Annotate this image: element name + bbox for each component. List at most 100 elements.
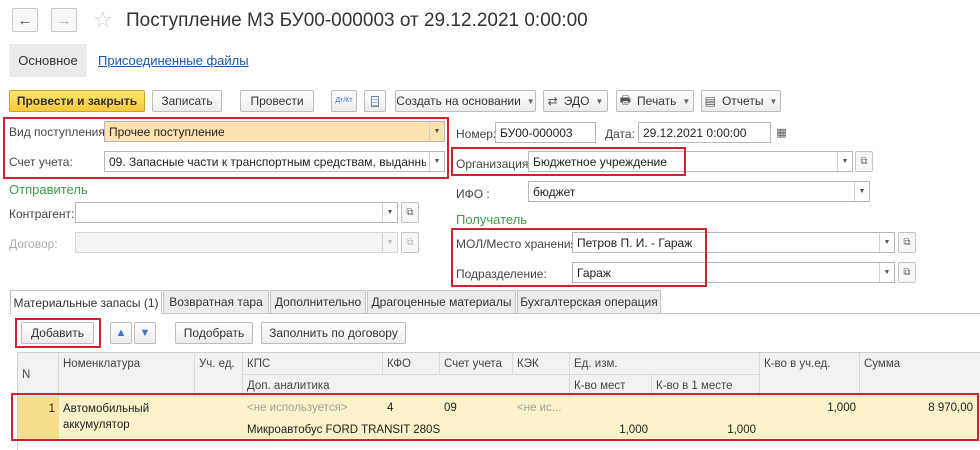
table-row[interactable]: 1 Автомобильный аккумулятор <не использу… xyxy=(18,397,980,441)
materials-table: N Номенклатура Уч. ед. КПС КФО Счет учет… xyxy=(17,352,980,450)
row-sum-cell[interactable]: 8 970,00 xyxy=(860,397,977,419)
reports-button[interactable]: ▤ Отчеты ▼ xyxy=(701,90,781,112)
organization-value: Бюджетное учреждение xyxy=(533,154,667,169)
header-n[interactable]: N xyxy=(18,353,59,397)
organization-label: Организация: xyxy=(456,157,532,171)
dropdown-arrow-icon[interactable]: ▼ xyxy=(879,233,894,252)
dropdown-arrow-icon[interactable]: ▼ xyxy=(429,122,444,141)
edo-button[interactable]: ⇄ ЭДО ▼ xyxy=(543,90,608,112)
organization-field[interactable]: Бюджетное учреждение ▼ xyxy=(528,151,853,172)
row-account-cell[interactable]: 09 xyxy=(440,397,513,419)
receipt-type-label: Вид поступления: xyxy=(9,125,109,139)
move-down-button[interactable]: ▼ xyxy=(134,322,156,344)
journal-button[interactable] xyxy=(364,90,386,112)
department-value: Гараж xyxy=(577,265,611,280)
header-account[interactable]: Счет учета xyxy=(440,353,513,375)
row-extra-analytics-cell[interactable]: Микроавтобус FORD TRANSIT 280S xyxy=(243,419,570,441)
dropdown-arrow-icon[interactable]: ▼ xyxy=(382,233,397,252)
tab-accounting-operation[interactable]: Бухгалтерская операция xyxy=(517,290,661,313)
ifo-label: ИФО : xyxy=(456,187,490,201)
account-label: Счет учета: xyxy=(9,155,73,169)
mol-label: МОЛ/Место хранения: xyxy=(456,237,581,251)
number-value: БУ00-000003 xyxy=(500,125,573,140)
tab-returnable-packaging[interactable]: Возвратная тара xyxy=(163,290,269,313)
ifo-value: бюджет xyxy=(533,184,576,199)
forward-button[interactable]: → xyxy=(51,8,77,32)
header-unit[interactable]: Уч. ед. xyxy=(195,353,243,397)
row-nomenclature-cell[interactable]: Автомобильный аккумулятор xyxy=(59,397,195,441)
select-button[interactable]: Подобрать xyxy=(175,322,253,344)
post-and-close-button[interactable]: Провести и закрыть xyxy=(9,90,145,112)
header-sum[interactable]: Сумма xyxy=(860,353,980,397)
dropdown-arrow-icon[interactable]: ▼ xyxy=(837,152,852,171)
calendar-icon[interactable]: ▦ xyxy=(773,122,790,143)
date-value: 29.12.2021 0:00:00 xyxy=(643,125,747,140)
receipt-type-field[interactable]: Прочее поступление ▼ xyxy=(104,121,445,142)
mol-field[interactable]: Петров П. И. - Гараж ▼ xyxy=(572,232,895,253)
tab-main[interactable]: Основное xyxy=(9,44,87,77)
row-per-place-cell[interactable]: 1,000 xyxy=(652,419,760,441)
back-button[interactable]: ← xyxy=(12,8,38,32)
favorite-star-icon[interactable]: ☆ xyxy=(93,9,113,31)
create-based-on-label: Создать на основании xyxy=(396,94,521,108)
header-uom[interactable]: Ед. изм. xyxy=(570,353,760,375)
write-button[interactable]: Записать xyxy=(152,90,222,112)
create-based-on-button[interactable]: Создать на основании ▼ xyxy=(395,90,536,112)
header-kfo[interactable]: КФО xyxy=(383,353,440,375)
row-places-cell[interactable]: 1,000 xyxy=(570,419,652,441)
tab-attached-files-link[interactable]: Присоединенные файлы xyxy=(98,53,249,68)
department-open-icon[interactable]: ⧉ xyxy=(898,262,916,283)
date-field[interactable]: 29.12.2021 0:00:00 xyxy=(638,122,771,143)
edo-arrows-icon: ⇄ xyxy=(547,94,558,108)
department-label: Подразделение: xyxy=(456,267,547,281)
header-qty-unit[interactable]: К-во в уч.ед. xyxy=(760,353,860,397)
header-extra-analytics[interactable]: Доп. аналитика xyxy=(243,375,570,397)
header-kps[interactable]: КПС xyxy=(243,353,383,375)
row-uom-cell[interactable] xyxy=(570,397,760,419)
arrow-up-icon: ▲ xyxy=(115,327,127,339)
edo-label: ЭДО xyxy=(563,94,590,108)
header-per-place[interactable]: К-во в 1 месте xyxy=(652,375,760,397)
number-field[interactable]: БУ00-000003 xyxy=(495,122,596,143)
counterparty-field[interactable]: ▼ xyxy=(75,202,398,223)
move-up-button[interactable]: ▲ xyxy=(110,322,132,344)
dt-kt-report-button[interactable]: Дт/Кт xyxy=(331,90,357,112)
post-button[interactable]: Провести xyxy=(240,90,314,112)
chevron-down-icon: ▼ xyxy=(769,96,778,106)
tab-additional[interactable]: Дополнительно xyxy=(270,290,366,313)
row-unit-cell[interactable] xyxy=(195,397,243,419)
department-field[interactable]: Гараж ▼ xyxy=(572,262,895,283)
dropdown-arrow-icon[interactable]: ▼ xyxy=(382,203,397,222)
row-kfo-cell[interactable]: 4 xyxy=(383,397,440,419)
contract-open-icon[interactable]: ⧉ xyxy=(401,232,419,253)
contract-label: Договор: xyxy=(9,237,58,251)
ifo-field[interactable]: бюджет ▼ xyxy=(528,181,870,202)
header-places[interactable]: К-во мест xyxy=(570,375,652,397)
document-list-icon xyxy=(371,95,379,107)
row-n-cell[interactable]: 1 xyxy=(18,397,59,439)
account-field[interactable]: 09. Запасные части к транспортным средст… xyxy=(104,151,445,172)
date-label: Дата: xyxy=(605,127,635,141)
dropdown-arrow-icon[interactable]: ▼ xyxy=(429,152,444,171)
dropdown-arrow-icon[interactable]: ▼ xyxy=(854,182,869,201)
page-title: Поступление МЗ БУ00-000003 от 29.12.2021… xyxy=(126,10,588,31)
organization-open-icon[interactable]: ⧉ xyxy=(855,151,873,172)
header-kek[interactable]: КЭК xyxy=(513,353,570,375)
row-kek-cell[interactable]: <не ис... xyxy=(513,397,570,419)
arrow-down-icon: ▼ xyxy=(139,327,151,339)
row-qty-unit-cell[interactable]: 1,000 xyxy=(760,397,860,419)
dropdown-arrow-icon[interactable]: ▼ xyxy=(879,263,894,282)
account-value: 09. Запасные части к транспортным средст… xyxy=(109,154,426,169)
mol-open-icon[interactable]: ⧉ xyxy=(898,232,916,253)
add-button[interactable]: Добавить xyxy=(21,322,94,344)
header-nomenclature[interactable]: Номенклатура xyxy=(59,353,195,397)
receiver-group-title: Получатель xyxy=(456,212,528,227)
row-kps-cell[interactable]: <не используется> xyxy=(243,397,383,419)
contract-field[interactable]: ▼ xyxy=(75,232,398,253)
print-button[interactable]: 🖶 Печать ▼ xyxy=(616,90,694,112)
fill-by-contract-button[interactable]: Заполнить по договору xyxy=(261,322,406,344)
counterparty-open-icon[interactable]: ⧉ xyxy=(401,202,419,223)
tab-precious-materials[interactable]: Драгоценные материалы xyxy=(367,290,516,313)
tab-material-stocks[interactable]: Материальные запасы (1) xyxy=(10,290,162,314)
sender-group-title: Отправитель xyxy=(9,182,88,197)
